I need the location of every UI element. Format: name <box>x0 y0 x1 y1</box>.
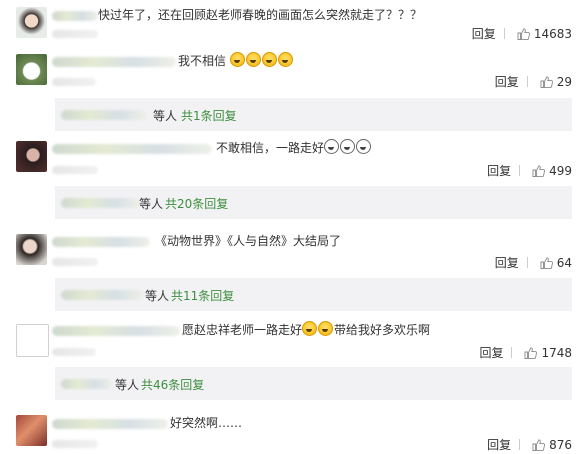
comment-text: 好突然啊…… <box>170 416 243 430</box>
like-count: 1748 <box>541 346 572 360</box>
reply-button[interactable]: 回复 <box>479 344 503 361</box>
reply-button[interactable]: 回复 <box>495 254 519 271</box>
reply-thread-summary[interactable]: 等人 共11条回复 <box>55 278 572 311</box>
like-count: 499 <box>549 164 572 178</box>
reply-thread-prefix: 等人 <box>139 197 164 211</box>
like-count: 14683 <box>533 27 572 41</box>
comment-item: 快过年了，还在回顾赵老师春晚的画面怎么突然就走了？？？ 回复 14683 <box>0 0 588 50</box>
comment-item: 不敢相信，一路走好 回复 499 等人 共20条回复 <box>0 136 588 224</box>
username-blurred[interactable] <box>52 237 150 247</box>
avatar[interactable] <box>16 7 47 38</box>
like-count: 876 <box>549 438 572 452</box>
comment-actions: 回复 499 <box>487 162 572 179</box>
crying-face-icon <box>324 139 340 154</box>
replier-names-blurred <box>61 110 147 120</box>
crying-face-icon <box>356 139 372 154</box>
username-blurred[interactable] <box>52 11 98 21</box>
thumbs-up-icon[interactable] <box>540 257 553 269</box>
timestamp-blurred <box>52 440 98 448</box>
view-replies-link[interactable]: 共1条回复 <box>181 107 237 124</box>
replier-names-blurred <box>61 290 143 300</box>
comment-item: 好突然啊…… 回复 876 <box>0 402 588 454</box>
comment-actions: 回复 64 <box>495 254 572 271</box>
comment-text-content: 带给我好多欢乐啊 <box>334 323 431 337</box>
crying-face-icon <box>340 139 356 154</box>
comment-actions: 回复 1748 <box>479 344 572 361</box>
avatar[interactable] <box>16 234 47 265</box>
divider <box>526 257 528 268</box>
comment-actions: 回复 29 <box>495 73 572 90</box>
username-blurred[interactable] <box>52 57 176 67</box>
reply-button[interactable]: 回复 <box>487 162 511 179</box>
reply-thread-summary[interactable]: 等人 共20条回复 <box>55 186 572 219</box>
crying-face-icon <box>277 52 293 67</box>
thumbs-up-icon[interactable] <box>532 439 546 451</box>
reply-thread-summary[interactable]: 等人 共1条回复 <box>55 98 572 131</box>
thumbs-up-icon[interactable] <box>532 165 546 177</box>
divider <box>519 165 521 176</box>
reply-thread-prefix: 等人 <box>115 378 140 392</box>
username-blurred[interactable] <box>52 144 212 154</box>
timestamp-blurred <box>52 78 96 86</box>
avatar[interactable] <box>16 324 49 357</box>
crying-face-icon <box>245 52 261 67</box>
like-count: 64 <box>556 256 572 270</box>
comment-item: 我不相信 回复 29 等人 共1条回复 <box>0 48 588 136</box>
comment-text-content: 我不相信 <box>178 54 227 68</box>
thumbs-up-icon[interactable] <box>517 28 530 40</box>
username-blurred[interactable] <box>52 326 180 336</box>
reply-button[interactable]: 回复 <box>472 25 496 42</box>
view-replies-link[interactable]: 共20条回复 <box>165 195 228 212</box>
reply-thread-prefix: 等人 <box>153 109 178 123</box>
crying-face-icon <box>261 52 277 67</box>
like-count: 29 <box>556 75 572 89</box>
avatar[interactable] <box>16 415 47 446</box>
avatar[interactable] <box>16 54 47 85</box>
divider <box>519 439 521 450</box>
username-blurred[interactable] <box>52 419 168 429</box>
comment-text-content: 不敢相信，一路走好 <box>216 141 325 155</box>
crying-face-icon <box>302 321 318 336</box>
view-replies-link[interactable]: 共46条回复 <box>141 376 204 393</box>
comment-item: 《动物世界》《人与自然》大结局了 回复 64 等人 共11条回复 <box>0 224 588 311</box>
timestamp-blurred <box>52 348 96 356</box>
reply-button[interactable]: 回复 <box>487 436 511 453</box>
comment-text: 愿赵忠祥老师一路走好 带给我好多欢乐啊 <box>182 321 430 338</box>
divider <box>503 28 505 39</box>
reply-thread-prefix: 等人 <box>145 289 170 303</box>
crying-face-icon <box>318 321 334 336</box>
comment-actions: 回复 14683 <box>472 25 572 42</box>
comment-text-content: 愿赵忠祥老师一路走好 <box>182 323 303 337</box>
comment-text: 不敢相信，一路走好 <box>216 139 372 156</box>
thumbs-up-icon[interactable] <box>524 347 538 359</box>
timestamp-blurred <box>52 30 98 38</box>
reply-button[interactable]: 回复 <box>495 73 519 90</box>
comment-text: 快过年了，还在回顾赵老师春晚的画面怎么突然就走了？？？ <box>98 8 423 22</box>
divider <box>511 347 513 358</box>
replier-names-blurred <box>61 379 113 389</box>
timestamp-blurred <box>52 166 98 174</box>
replier-names-blurred <box>61 198 141 208</box>
reply-thread-summary[interactable]: 等人 共46条回复 <box>55 367 572 400</box>
thumbs-up-icon[interactable] <box>540 76 553 88</box>
comment-text: 《动物世界》《人与自然》大结局了 <box>155 234 342 248</box>
comment-text: 我不相信 <box>178 52 294 69</box>
comment-item: 愿赵忠祥老师一路走好 带给我好多欢乐啊 回复 1748 等人 共46条回复 <box>0 312 588 400</box>
avatar[interactable] <box>16 141 47 172</box>
crying-face-icon <box>229 52 245 67</box>
comment-actions: 回复 876 <box>487 436 572 453</box>
view-replies-link[interactable]: 共11条回复 <box>171 287 234 304</box>
timestamp-blurred <box>52 258 98 266</box>
divider <box>526 76 528 87</box>
